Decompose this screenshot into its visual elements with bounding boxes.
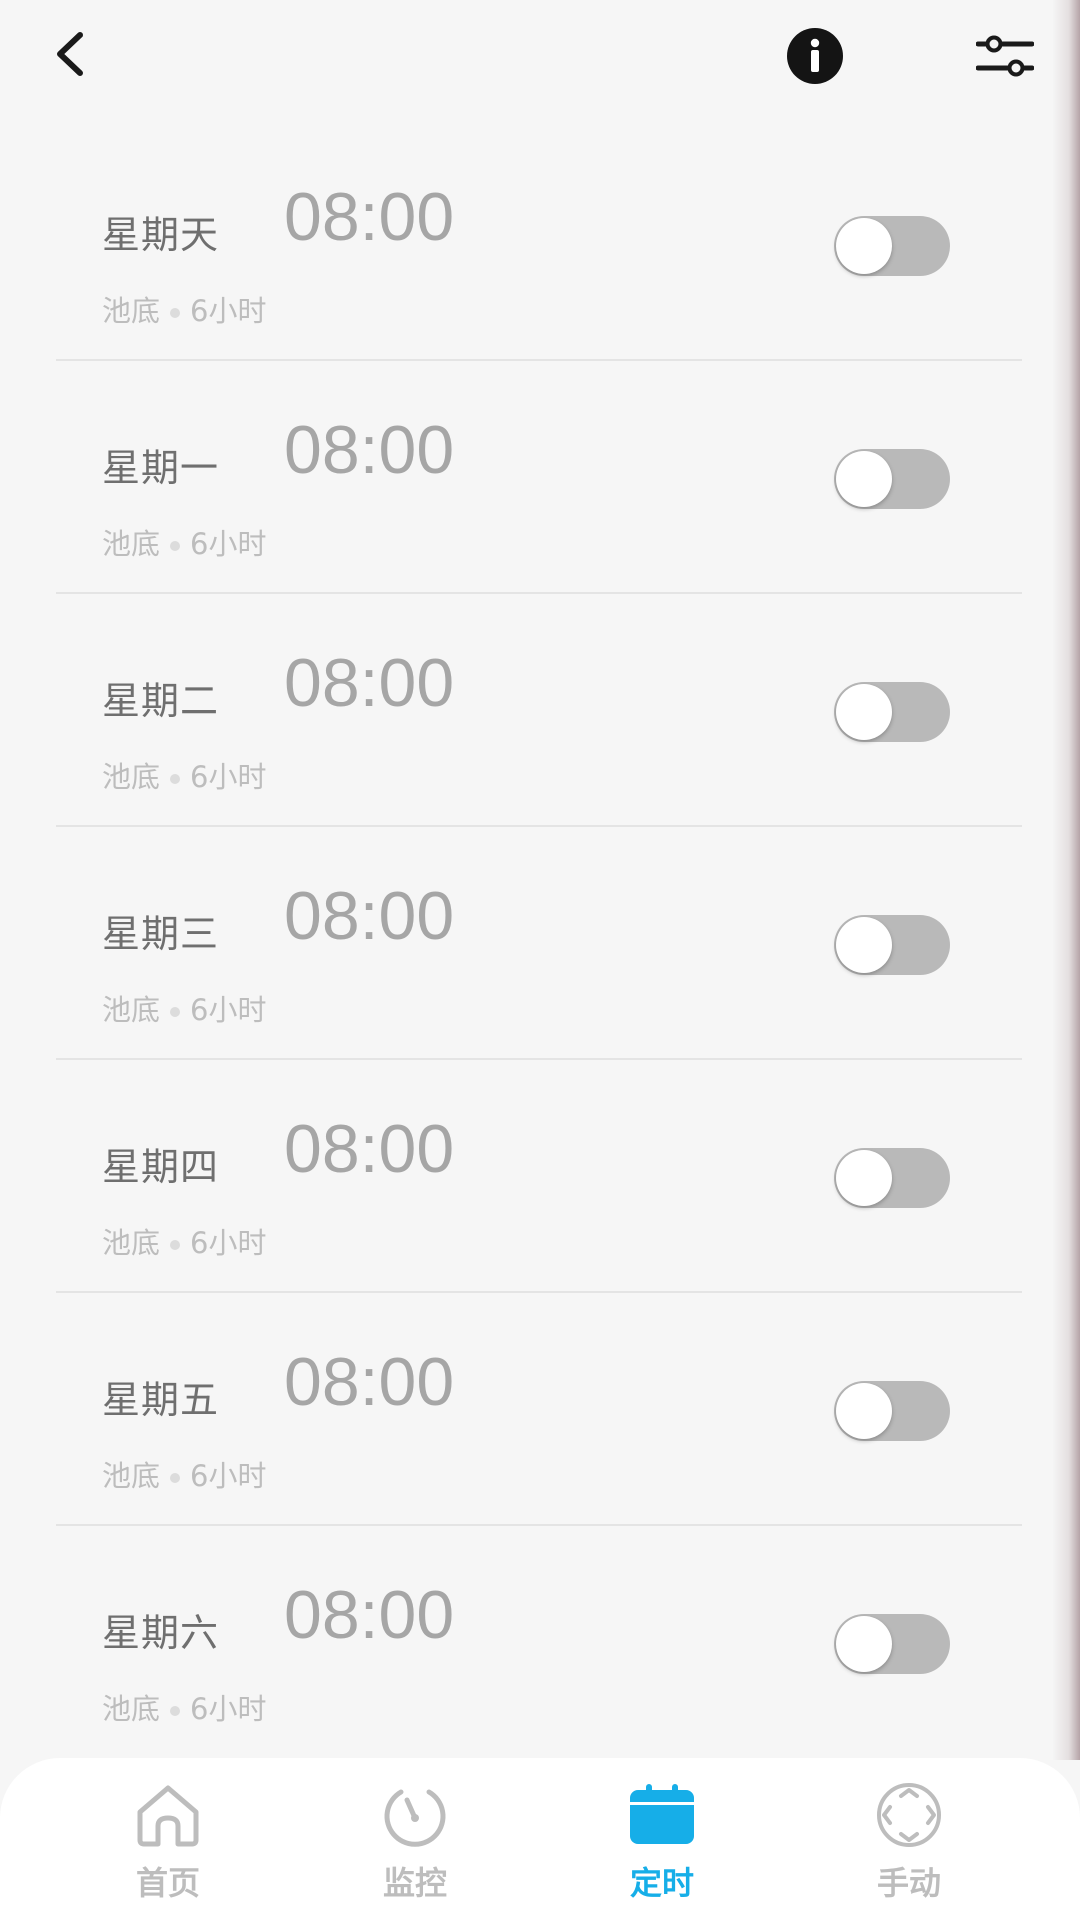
schedule-row[interactable]: 星期三 08:00 池底 6小时 — [56, 827, 1022, 1060]
calendar-icon — [622, 1778, 702, 1852]
schedule-time: 08:00 — [284, 412, 455, 488]
schedule-toggle[interactable] — [834, 1614, 950, 1674]
nav-monitor[interactable]: 监控 — [345, 1778, 485, 1908]
top-bar — [0, 0, 1080, 110]
info-icon — [787, 28, 843, 84]
manual-control-icon — [869, 1778, 949, 1852]
schedule-area: 池底 — [102, 294, 161, 328]
schedule-row[interactable]: 星期四 08:00 池底 6小时 — [56, 1060, 1022, 1293]
separator-dot — [170, 308, 181, 318]
schedule-time: 08:00 — [284, 878, 455, 954]
schedule-toggle[interactable] — [834, 1148, 950, 1208]
toggle-knob — [836, 1383, 892, 1439]
toggle-knob — [836, 684, 892, 740]
schedule-area: 池底 — [102, 527, 161, 561]
schedule-day: 星期一 — [102, 446, 220, 490]
schedule-row[interactable]: 星期天 08:00 池底 6小时 — [56, 128, 1022, 361]
separator-dot — [170, 1706, 181, 1716]
schedule-detail: 池底 6小时 — [102, 521, 266, 563]
schedule-day: 星期四 — [102, 1145, 220, 1189]
schedule-area: 池底 — [102, 1459, 161, 1493]
schedule-toggle[interactable] — [834, 915, 950, 975]
toggle-knob — [836, 917, 892, 973]
separator-dot — [170, 774, 181, 784]
schedule-time: 08:00 — [284, 645, 455, 721]
schedule-detail: 池底 6小时 — [102, 1220, 266, 1262]
schedule-detail: 池底 6小时 — [102, 1453, 266, 1495]
schedule-duration: 6小时 — [190, 993, 267, 1027]
schedule-duration: 6小时 — [190, 1459, 267, 1493]
separator-dot — [170, 541, 181, 551]
nav-schedule[interactable]: 定时 — [592, 1778, 732, 1908]
separator-dot — [170, 1007, 181, 1017]
schedule-list: 星期天 08:00 池底 6小时 星期一 08:00 池底 6小时 星期二 08:0… — [0, 128, 1080, 1759]
schedule-row[interactable]: 星期二 08:00 池底 6小时 — [56, 594, 1022, 827]
schedule-toggle[interactable] — [834, 1381, 950, 1441]
bottom-navigation: 首页 监控 定时 手动 — [0, 1758, 1080, 1920]
nav-monitor-label: 监控 — [382, 1864, 447, 1902]
schedule-time: 08:00 — [284, 1344, 455, 1420]
schedule-detail: 池底 6小时 — [102, 754, 266, 796]
schedule-row[interactable]: 星期六 08:00 池底 6小时 — [56, 1526, 1022, 1759]
home-icon — [128, 1778, 208, 1852]
schedule-day: 星期六 — [102, 1611, 220, 1655]
nav-manual-label: 手动 — [876, 1864, 941, 1902]
toggle-knob — [836, 451, 892, 507]
monitor-gauge-icon — [375, 1778, 455, 1852]
settings-button[interactable] — [972, 24, 1038, 88]
schedule-row[interactable]: 星期五 08:00 池底 6小时 — [56, 1293, 1022, 1526]
schedule-duration: 6小时 — [190, 1226, 267, 1260]
schedule-row[interactable]: 星期一 08:00 池底 6小时 — [56, 361, 1022, 594]
schedule-duration: 6小时 — [190, 1692, 267, 1726]
toggle-knob — [836, 1150, 892, 1206]
schedule-area: 池底 — [102, 760, 161, 794]
schedule-time: 08:00 — [284, 179, 455, 255]
schedule-day: 星期五 — [102, 1378, 220, 1422]
separator-dot — [170, 1240, 181, 1250]
nav-schedule-label: 定时 — [629, 1864, 694, 1902]
schedule-day: 星期二 — [102, 679, 220, 723]
nav-home[interactable]: 首页 — [98, 1778, 238, 1908]
schedule-duration: 6小时 — [190, 760, 267, 794]
schedule-detail: 池底 6小时 — [102, 288, 266, 330]
schedule-toggle[interactable] — [834, 682, 950, 742]
separator-dot — [170, 1473, 181, 1483]
schedule-day: 星期天 — [102, 213, 220, 257]
schedule-detail: 池底 6小时 — [102, 1686, 266, 1728]
schedule-duration: 6小时 — [190, 527, 267, 561]
back-button[interactable] — [40, 22, 100, 86]
sliders-icon — [976, 35, 1034, 77]
schedule-toggle[interactable] — [834, 216, 950, 276]
schedule-area: 池底 — [102, 1692, 161, 1726]
nav-home-label: 首页 — [135, 1864, 200, 1902]
schedule-duration: 6小时 — [190, 294, 267, 328]
schedule-time: 08:00 — [284, 1111, 455, 1187]
schedule-day: 星期三 — [102, 912, 220, 956]
chevron-left-icon — [57, 32, 83, 76]
schedule-area: 池底 — [102, 1226, 161, 1260]
toggle-knob — [836, 1616, 892, 1672]
schedule-time: 08:00 — [284, 1577, 455, 1653]
schedule-detail: 池底 6小时 — [102, 987, 266, 1029]
schedule-toggle[interactable] — [834, 449, 950, 509]
info-button[interactable] — [783, 24, 847, 88]
nav-manual[interactable]: 手动 — [839, 1778, 979, 1908]
toggle-knob — [836, 218, 892, 274]
schedule-area: 池底 — [102, 993, 161, 1027]
